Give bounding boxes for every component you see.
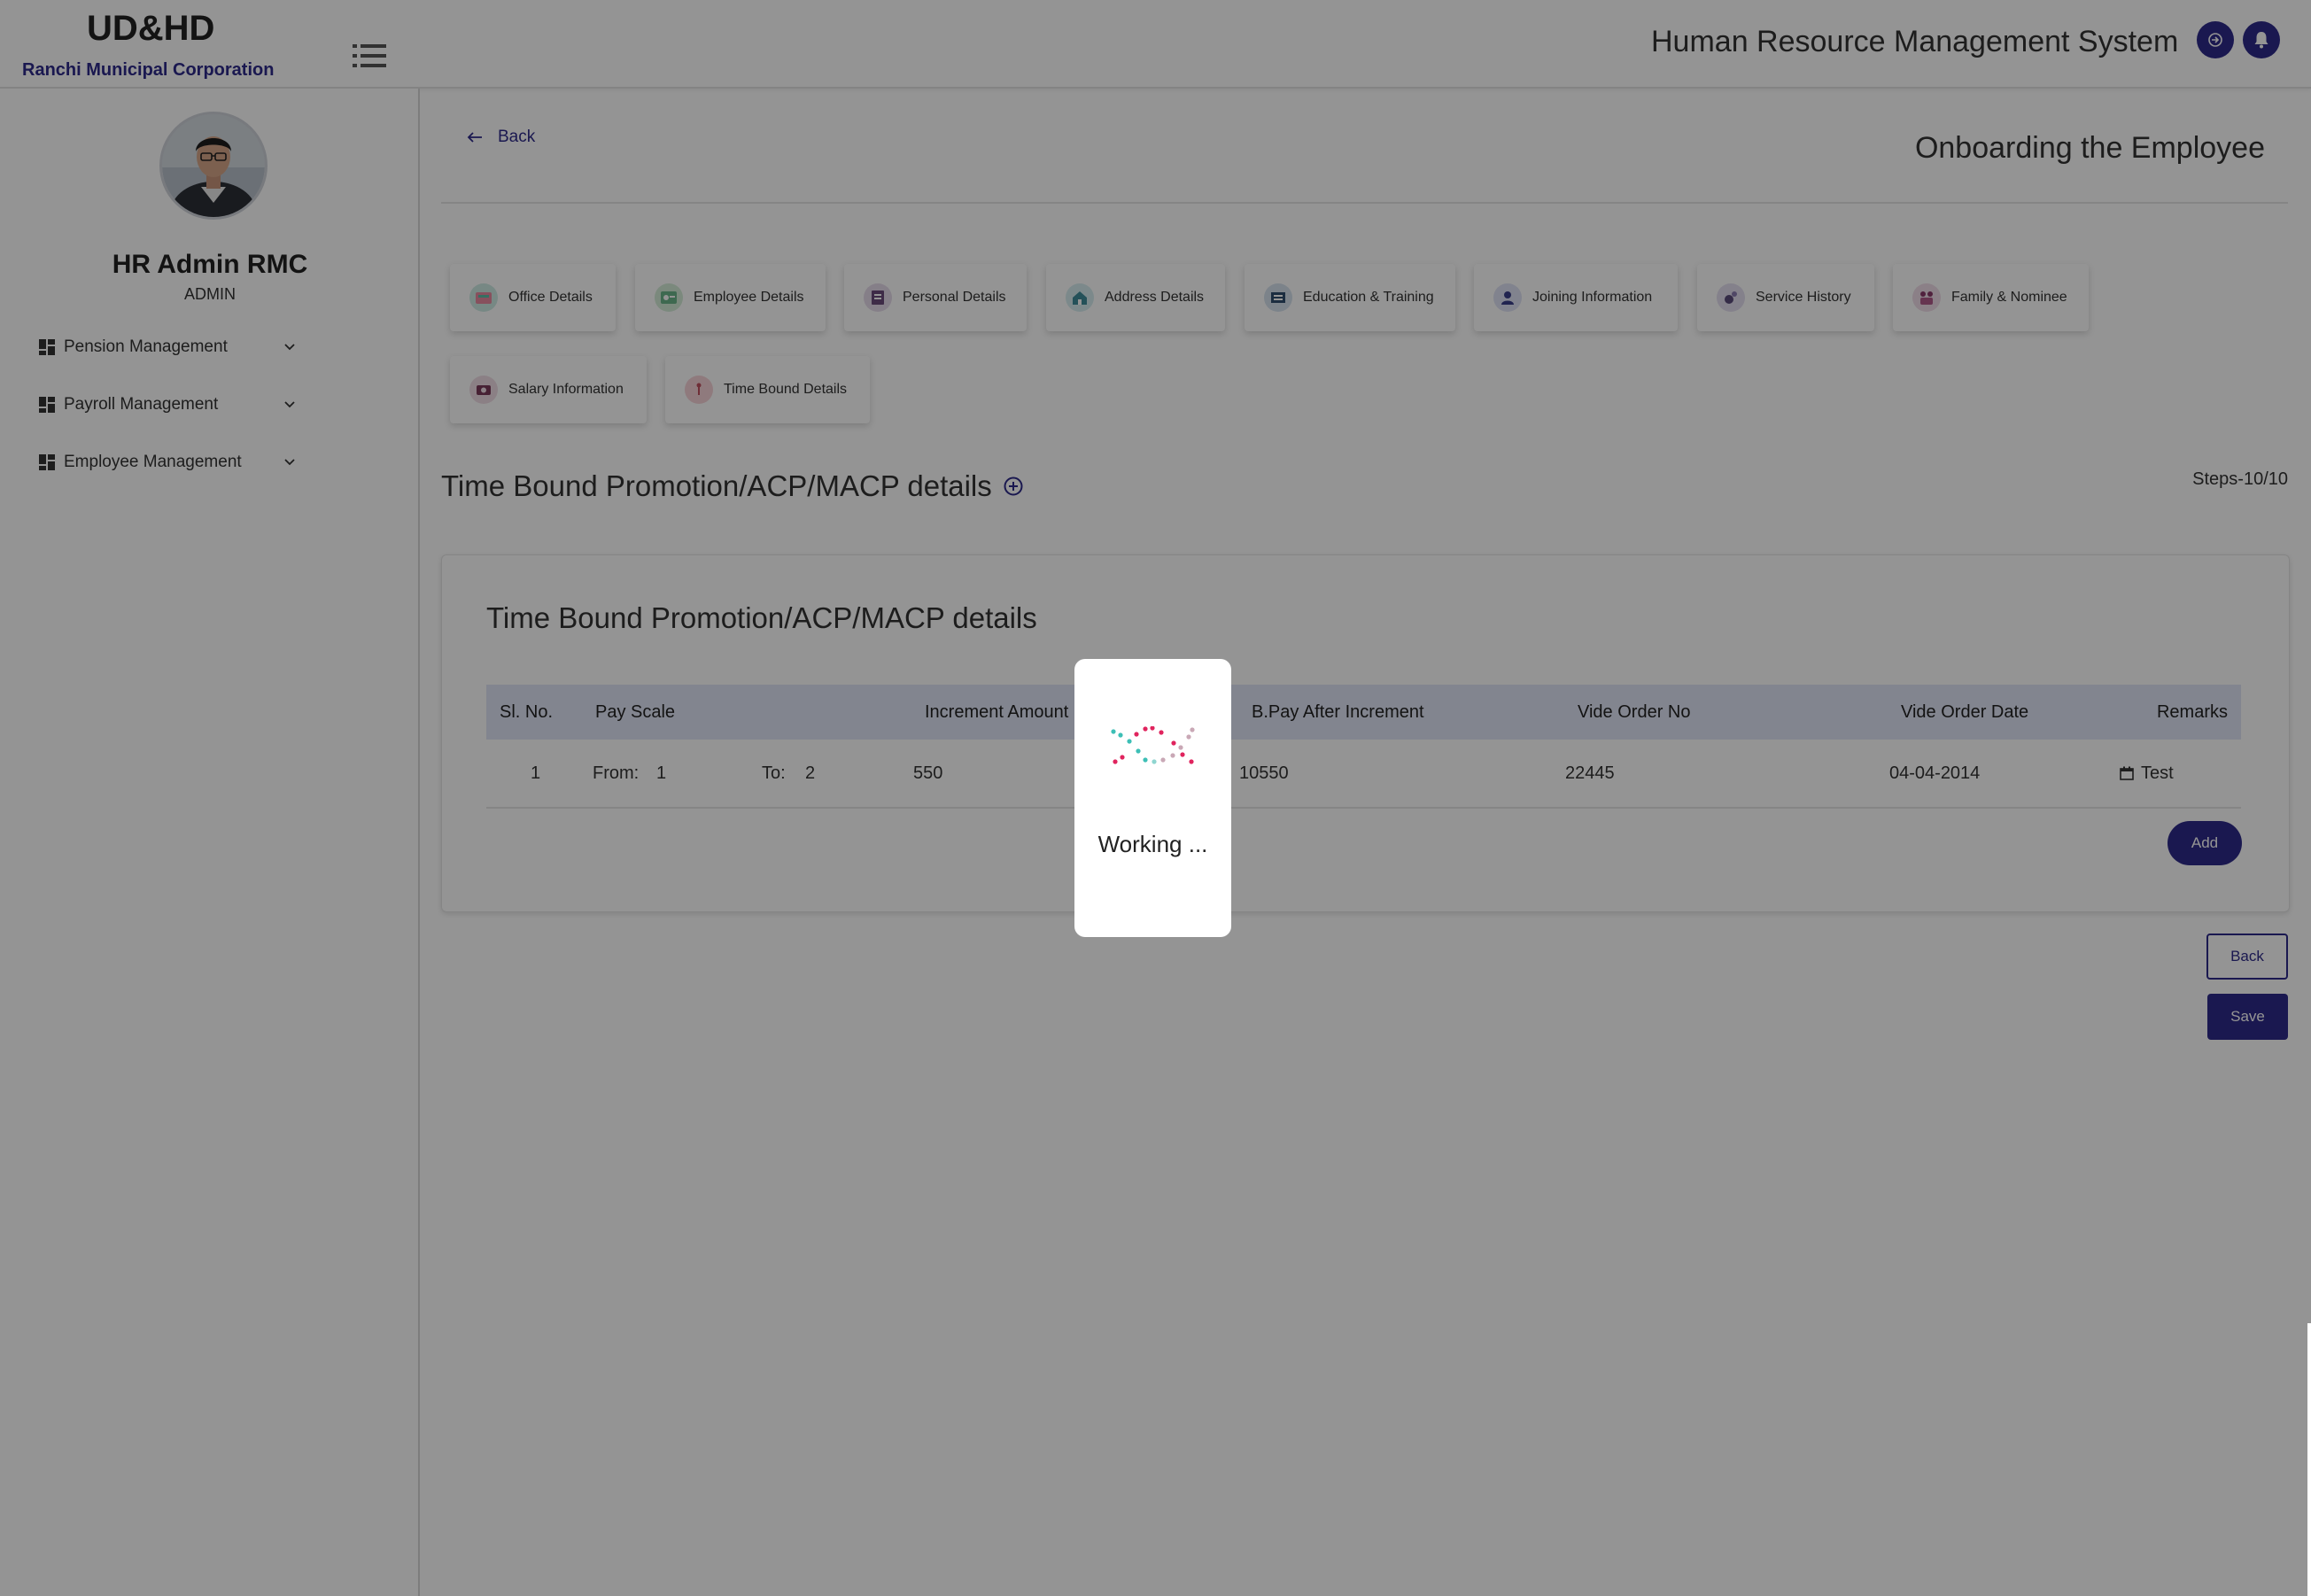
loading-text: Working ... [1097,831,1208,857]
loading-modal: Working ... [1074,659,1231,937]
scrollbar[interactable] [2307,1323,2311,1596]
loading-spinner-icon [1111,726,1195,764]
